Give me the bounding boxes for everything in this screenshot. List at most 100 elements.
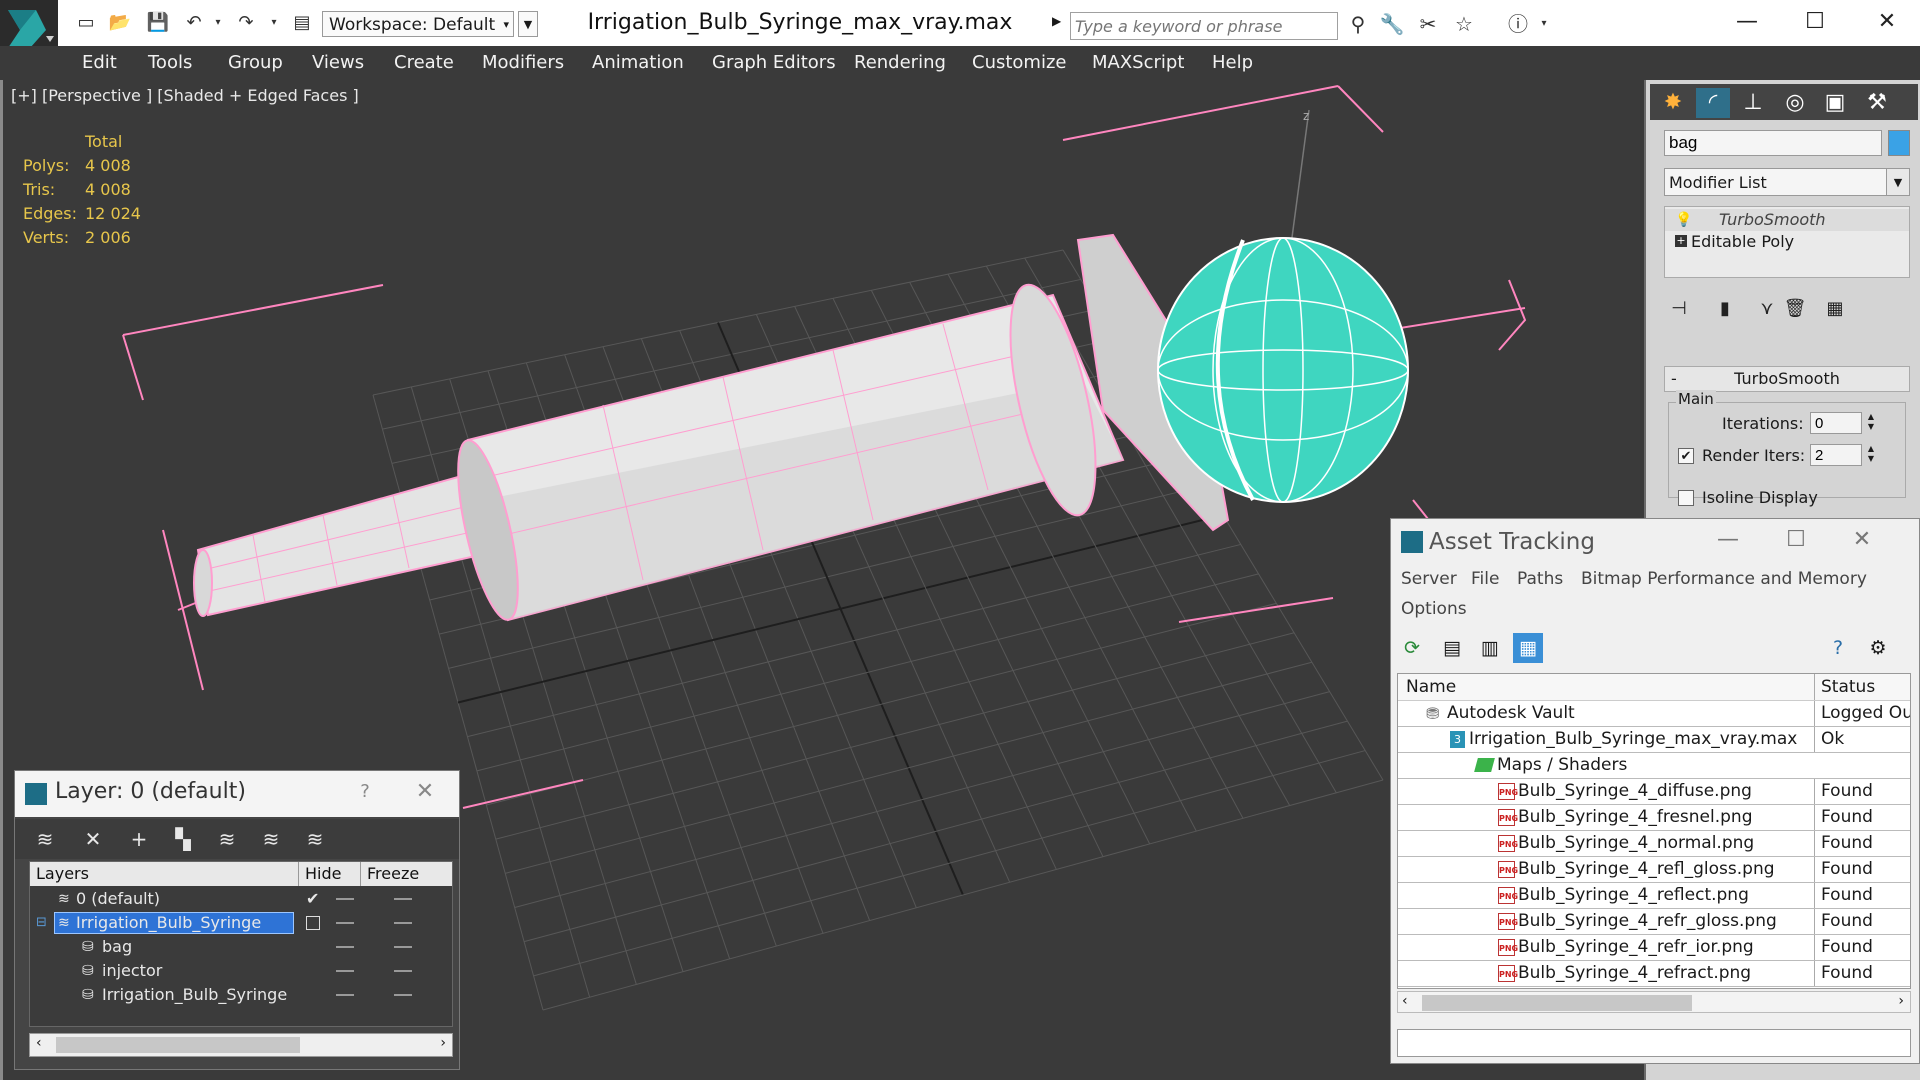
project-folder-icon[interactable]: ▤ bbox=[290, 12, 314, 34]
minimize-icon[interactable]: — bbox=[1703, 525, 1753, 555]
motion-tab-icon[interactable]: ◎ bbox=[1778, 88, 1812, 118]
pin-stack-icon[interactable]: ⊣ bbox=[1664, 296, 1694, 322]
turbosmooth-rollout-header[interactable]: - TurboSmooth bbox=[1664, 366, 1910, 392]
table-row[interactable]: PNGBulb_Syringe_4_refr_gloss.png Found bbox=[1398, 909, 1910, 935]
list-view-icon[interactable]: ▤ bbox=[1437, 633, 1467, 663]
table-row[interactable]: PNGBulb_Syringe_4_refl_gloss.png Found bbox=[1398, 857, 1910, 883]
menu-animation[interactable]: Animation bbox=[592, 46, 684, 80]
layer-horizontal-scrollbar[interactable]: ‹ › bbox=[29, 1033, 453, 1057]
table-row[interactable]: PNGBulb_Syringe_4_reflect.png Found bbox=[1398, 883, 1910, 909]
add-selection-to-layer-icon[interactable]: ▚ bbox=[167, 824, 199, 854]
scroll-right-icon[interactable]: › bbox=[440, 1035, 446, 1051]
object-color-swatch[interactable] bbox=[1888, 130, 1910, 156]
menu-help[interactable]: Help bbox=[1212, 46, 1253, 80]
remove-modifier-icon[interactable]: 🗑 bbox=[1780, 296, 1810, 322]
column-freeze-header[interactable]: Freeze bbox=[360, 862, 419, 886]
menu-modifiers[interactable]: Modifiers bbox=[482, 46, 564, 80]
freeze-toggle[interactable] bbox=[394, 898, 412, 900]
render-iters-spin-arrows-icon[interactable]: ▲ ▼ bbox=[1864, 444, 1878, 466]
expand-plus-icon[interactable]: + bbox=[1675, 235, 1687, 247]
help-query-icon[interactable]: ? bbox=[1823, 633, 1853, 663]
active-layer-check-icon[interactable]: ✔ bbox=[306, 887, 319, 911]
binoculars-icon[interactable]: ⚲ bbox=[1344, 12, 1372, 36]
hide-toggle[interactable] bbox=[336, 898, 354, 900]
table-row[interactable]: 3 Irrigation_Bulb_Syringe_max_vray.max Ok bbox=[1398, 727, 1910, 753]
hierarchy-tab-icon[interactable]: ⊥ bbox=[1736, 88, 1770, 118]
isoline-display-checkbox[interactable] bbox=[1678, 490, 1694, 506]
help-dropdown-icon[interactable]: ▾ bbox=[1530, 12, 1558, 36]
scroll-left-icon[interactable]: ‹ bbox=[1402, 993, 1408, 1009]
column-hide-header[interactable]: Hide bbox=[298, 862, 341, 886]
lightbulb-icon[interactable]: 💡 bbox=[1675, 209, 1692, 231]
search-input[interactable] bbox=[1070, 12, 1338, 40]
menu-edit[interactable]: Edit bbox=[82, 46, 117, 80]
create-tab-icon[interactable]: ✸ bbox=[1656, 88, 1690, 118]
hide-unhide-all-icon[interactable]: ≋ bbox=[255, 824, 287, 854]
new-file-icon[interactable]: ▭ bbox=[74, 12, 98, 34]
help-icon[interactable]: ⓘ bbox=[1504, 12, 1532, 36]
layers-options-icon[interactable]: ≋ bbox=[29, 824, 61, 854]
render-iters-checkbox[interactable]: ✔ bbox=[1678, 448, 1694, 464]
stack-item-turbosmooth[interactable]: 💡 TurboSmooth bbox=[1665, 209, 1909, 231]
table-row[interactable]: PNGBulb_Syringe_4_fresnel.png Found bbox=[1398, 805, 1910, 831]
viewport-label[interactable]: [+] [Perspective ] [Shaded + Edged Faces… bbox=[11, 86, 359, 105]
layer-row-bag[interactable]: ⛁ bag bbox=[30, 935, 452, 959]
menu-maxscript[interactable]: MAXScript bbox=[1092, 46, 1184, 80]
delete-layer-icon[interactable]: ✕ bbox=[77, 824, 109, 854]
column-status-header[interactable]: Status bbox=[1814, 674, 1875, 700]
minimize-icon[interactable]: — bbox=[1720, 6, 1774, 38]
table-row[interactable]: ⛃ Autodesk Vault Logged Out bbox=[1398, 701, 1910, 727]
communication-center-icon[interactable]: 🔧 bbox=[1378, 12, 1406, 36]
display-tab-icon[interactable]: ▣ bbox=[1818, 88, 1852, 118]
asset-menu-bitmap-performance[interactable]: Bitmap Performance and Memory bbox=[1581, 569, 1867, 589]
close-icon[interactable]: ✕ bbox=[1837, 525, 1887, 555]
hide-toggle[interactable] bbox=[336, 922, 354, 924]
menu-views[interactable]: Views bbox=[312, 46, 364, 80]
table-row[interactable]: PNGBulb_Syringe_4_normal.png Found bbox=[1398, 831, 1910, 857]
hide-toggle[interactable] bbox=[336, 970, 354, 972]
make-unique-icon[interactable]: ⋎ bbox=[1752, 296, 1782, 322]
show-end-result-icon[interactable]: ▮ bbox=[1710, 296, 1740, 322]
scroll-left-icon[interactable]: ‹ bbox=[36, 1035, 42, 1051]
freeze-toggle[interactable] bbox=[394, 994, 412, 996]
layer-row-injector[interactable]: ⛁ injector bbox=[30, 959, 452, 983]
refresh-icon[interactable]: ⟳ bbox=[1397, 633, 1427, 663]
menu-customize[interactable]: Customize bbox=[972, 46, 1066, 80]
settings-query-icon[interactable]: ⚙ bbox=[1863, 633, 1893, 663]
column-layers-header[interactable]: Layers bbox=[36, 862, 89, 886]
asset-menu-server[interactable]: Server bbox=[1401, 569, 1457, 589]
freeze-toggle[interactable] bbox=[394, 946, 412, 948]
modify-tab-icon[interactable]: ◜ bbox=[1696, 88, 1730, 118]
maximize-icon[interactable]: ☐ bbox=[1771, 525, 1821, 555]
column-name-header[interactable]: Name bbox=[1406, 674, 1456, 700]
table-row[interactable]: PNGBulb_Syringe_4_refr_ior.png Found bbox=[1398, 935, 1910, 961]
render-iters-spinner[interactable] bbox=[1810, 444, 1862, 466]
table-view-icon[interactable]: ▦ bbox=[1513, 633, 1543, 663]
utilities-tab-icon[interactable]: ⚒ bbox=[1860, 88, 1894, 118]
save-file-icon[interactable]: 💾 bbox=[146, 12, 170, 34]
stack-item-editable-poly[interactable]: + Editable Poly bbox=[1665, 231, 1909, 253]
table-row[interactable]: Maps / Shaders bbox=[1398, 753, 1910, 779]
menu-tools[interactable]: Tools bbox=[148, 46, 192, 80]
open-file-icon[interactable]: 📂 bbox=[108, 12, 132, 34]
active-layer-box-icon[interactable] bbox=[306, 916, 320, 930]
hide-toggle[interactable] bbox=[336, 946, 354, 948]
menu-create[interactable]: Create bbox=[394, 46, 454, 80]
signin-icon[interactable]: ✂ bbox=[1414, 12, 1442, 36]
freeze-toggle[interactable] bbox=[394, 970, 412, 972]
asset-horizontal-scrollbar[interactable]: ‹ › bbox=[1397, 991, 1911, 1013]
freeze-unfreeze-all-icon[interactable]: ≋ bbox=[299, 824, 331, 854]
menu-group[interactable]: Group bbox=[228, 46, 283, 80]
workspace-menu-arrow-icon[interactable]: ▼ bbox=[518, 11, 538, 37]
menu-graph-editors[interactable]: Graph Editors bbox=[712, 46, 836, 80]
object-name-field[interactable] bbox=[1664, 130, 1882, 156]
configure-sets-icon[interactable]: ▦ bbox=[1820, 296, 1850, 322]
asset-menu-paths[interactable]: Paths bbox=[1517, 569, 1563, 589]
freeze-toggle[interactable] bbox=[394, 922, 412, 924]
layer-row-default[interactable]: ≋ 0 (default) ✔ bbox=[30, 887, 452, 911]
redo-dropdown-icon[interactable]: ▾ bbox=[262, 12, 286, 34]
asset-menu-options[interactable]: Options bbox=[1401, 599, 1467, 619]
undo-icon[interactable]: ↶ bbox=[182, 12, 206, 34]
scroll-right-icon[interactable]: › bbox=[1898, 993, 1904, 1009]
close-icon[interactable]: ✕ bbox=[405, 777, 445, 807]
